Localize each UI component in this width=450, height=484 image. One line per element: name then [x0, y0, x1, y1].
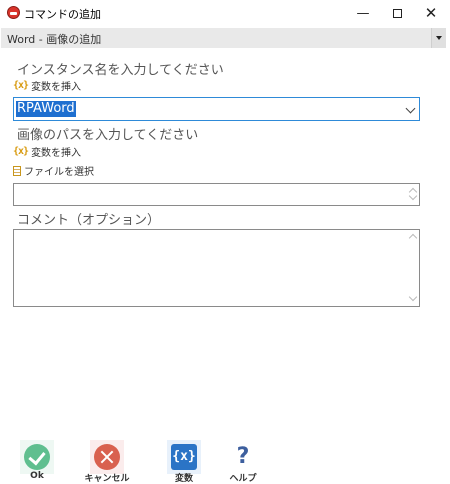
app-icon [7, 6, 20, 19]
variables-button[interactable]: {x} 変数 [156, 440, 212, 484]
help-label: ヘルプ [229, 474, 257, 484]
insert-variable-label: 変数を挿入 [31, 148, 82, 159]
check-icon [24, 444, 50, 470]
command-select[interactable]: Word - 画像の追加 [1, 28, 446, 48]
variable-icon: {x} [13, 80, 29, 91]
select-file-link[interactable]: ファイルを選択 [13, 163, 94, 178]
close-button[interactable]: ✕ [414, 0, 448, 26]
insert-variable-link-2[interactable]: {x} 変数を挿入 [13, 144, 81, 159]
ok-label: Ok [30, 471, 44, 481]
insert-variable-link[interactable]: {x} 変数を挿入 [13, 78, 81, 93]
image-path-input[interactable] [13, 183, 420, 206]
variable-icon: {x} [13, 146, 29, 157]
cancel-x-icon [94, 444, 120, 470]
instance-name-label: インスタンス名を入力してください [17, 63, 224, 78]
chevron-down-icon[interactable] [405, 103, 416, 114]
cancel-button[interactable]: キャンセル [79, 440, 135, 484]
file-icon [13, 165, 21, 176]
instance-name-combobox[interactable]: RPAWord [13, 97, 420, 121]
help-button[interactable]: ? ヘルプ [215, 440, 271, 484]
ok-button[interactable]: Ok [9, 440, 65, 482]
comment-scrollbar[interactable] [407, 230, 419, 306]
instance-name-value: RPAWord [16, 101, 76, 117]
comment-textarea[interactable] [13, 229, 420, 307]
comment-label: コメント（オプション） [17, 213, 161, 228]
dropdown-arrow-icon[interactable] [431, 28, 446, 48]
title-bar: コマンドの追加 — ✕ [0, 0, 450, 26]
command-select-value: Word - 画像の追加 [7, 33, 102, 46]
maximize-icon [392, 8, 402, 18]
select-file-label: ファイルを選択 [24, 167, 94, 178]
cancel-label: キャンセル [84, 474, 130, 484]
scroll-down-icon[interactable] [408, 292, 418, 302]
insert-variable-label: 変数を挿入 [31, 82, 82, 93]
help-icon: ? [236, 444, 250, 469]
minimize-button[interactable]: — [346, 0, 380, 26]
window-title: コマンドの追加 [24, 8, 101, 21]
variables-label: 変数 [174, 474, 193, 484]
scroll-up-icon[interactable] [408, 233, 418, 243]
image-path-label: 画像のパスを入力してください [17, 128, 199, 143]
maximize-button[interactable] [380, 0, 414, 26]
image-path-scrollbar[interactable] [407, 184, 419, 205]
variables-icon: {x} [171, 444, 197, 470]
